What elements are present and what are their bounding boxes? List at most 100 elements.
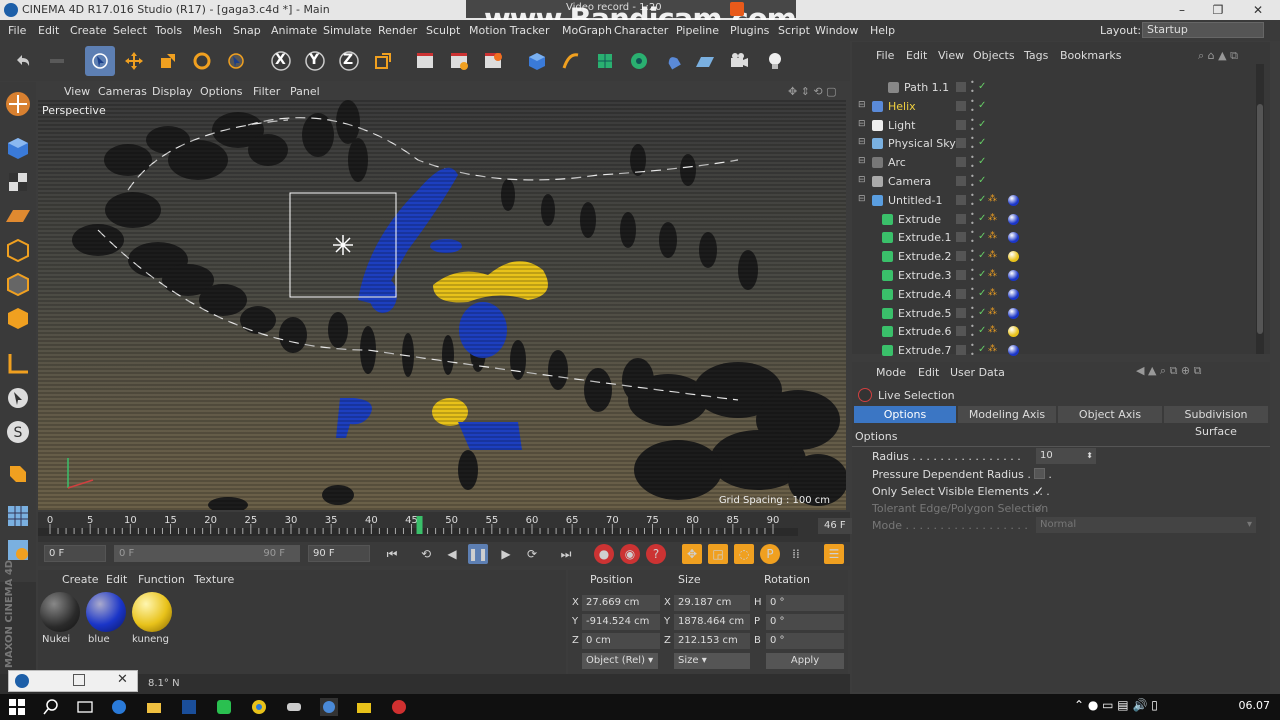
rot-b-field[interactable]: 0 ° — [766, 633, 844, 649]
visibility-dots-icon[interactable]: • • — [970, 191, 975, 209]
perspective-viewport[interactable]: Perspective Grid Spacing : 100 cm — [38, 100, 846, 510]
object-row[interactable]: ⊟ Untitled-1 • • ✓ ⁂ — [852, 191, 1256, 210]
object-row[interactable]: ⊟ Physical Sky • • ✓ — [852, 134, 1256, 153]
polygons-mode-button[interactable] — [4, 304, 32, 332]
attr-menu-edit[interactable]: Edit — [918, 366, 939, 379]
taskbar-clock[interactable]: 06.07 — [1239, 699, 1271, 712]
tolerant-selection-checkbox[interactable]: ✓ — [1034, 501, 1044, 515]
lock-workplane-button[interactable] — [4, 460, 32, 488]
live-selection-button[interactable] — [85, 46, 115, 76]
snap-button[interactable]: S — [4, 418, 32, 446]
timeline[interactable]: 0 5 10 15 20 25 30 35 40 45 50 55 60 65 70 75 80 85 90 46 … — [38, 512, 878, 542]
pen-spline-button[interactable] — [556, 46, 586, 76]
start-frame-field[interactable]: 0 F — [44, 545, 106, 562]
material-kuneng-swatch[interactable] — [132, 592, 172, 632]
cloner-button[interactable] — [624, 46, 654, 76]
expand-icon[interactable]: ⊟ — [858, 100, 866, 110]
object-row[interactable]: Extrude.5 • • ✓ ⁂ — [852, 304, 1256, 323]
size-z-field[interactable]: 212.153 cm — [674, 633, 750, 649]
layer-icon[interactable] — [956, 345, 966, 356]
material-menu-texture[interactable]: Texture — [194, 573, 234, 586]
menu-select[interactable]: Select — [113, 24, 147, 37]
visibility-dots-icon[interactable]: • • — [970, 322, 975, 340]
enabled-check-icon[interactable]: ✓ — [978, 344, 986, 355]
layer-icon[interactable] — [956, 100, 966, 111]
expand-icon[interactable]: ⊟ — [858, 156, 866, 166]
layer-icon[interactable] — [956, 270, 966, 280]
visibility-dots-icon[interactable]: • • — [970, 153, 975, 171]
layer-icon[interactable] — [956, 326, 966, 337]
goto-start-button[interactable]: ⏮ — [382, 544, 402, 564]
make-editable-button[interactable] — [4, 90, 32, 118]
coord-size-select[interactable]: Size ▾ — [674, 653, 750, 669]
close-button[interactable]: ✕ — [1240, 0, 1276, 20]
viewport-menu-cameras[interactable]: Cameras — [98, 85, 147, 98]
menu-simulate[interactable]: Simulate — [323, 24, 372, 37]
next-frame-button[interactable]: ▶ — [496, 544, 516, 564]
menu-script[interactable]: Script — [778, 24, 810, 37]
menu-window[interactable]: Window — [815, 24, 858, 37]
visibility-dots-icon[interactable]: • • — [970, 78, 975, 96]
material-tag-icon[interactable] — [1008, 270, 1019, 281]
material-nukei-swatch[interactable] — [40, 592, 80, 632]
enabled-check-icon[interactable]: ✓ — [978, 194, 986, 205]
object-row[interactable]: Extrude.2 • • ✓ ⁂ — [852, 247, 1256, 266]
edge-browser-icon[interactable] — [110, 698, 128, 716]
layer-icon[interactable] — [956, 307, 966, 318]
apply-button[interactable]: Apply — [766, 653, 844, 669]
windows-start-icon[interactable] — [8, 698, 26, 716]
visibility-dots-icon[interactable]: • • — [970, 247, 975, 265]
undo-button[interactable] — [8, 46, 38, 76]
radius-stepper-icon[interactable]: ⬍ — [1086, 448, 1093, 464]
material-tag-icon[interactable] — [1008, 307, 1019, 319]
keyframe-selection-button[interactable]: ? — [646, 544, 666, 564]
attr-menu-mode[interactable]: Mode — [876, 366, 906, 379]
object-row[interactable]: ⊟ Arc • • ✓ — [852, 153, 1256, 172]
expand-icon[interactable]: ⊟ — [858, 194, 866, 204]
object-row[interactable]: ⊟ Camera • • ✓ — [852, 172, 1256, 191]
pos-z-field[interactable]: 0 cm — [582, 633, 660, 649]
attr-nav-icons[interactable]: ◀ ▲ ⌕ ⧉ ⊕ ⧉ — [1136, 364, 1202, 378]
object-row[interactable]: ⊟ Helix • • ✓ — [852, 97, 1256, 116]
enabled-check-icon[interactable]: ✓ — [978, 307, 986, 318]
taskbar-preview-window[interactable]: ✕ — [8, 670, 138, 692]
object-menu-objects[interactable]: Objects — [973, 49, 1015, 62]
goto-next-key-button[interactable]: ⟳ — [522, 544, 542, 564]
attr-menu-user-data[interactable]: User Data — [950, 366, 1005, 379]
y-axis-button[interactable]: Y — [300, 46, 330, 76]
object-menu-view[interactable]: View — [938, 49, 964, 62]
object-row[interactable]: Extrude.7 • • ✓ ⁂ — [852, 341, 1256, 360]
tab-options[interactable]: Options — [854, 406, 956, 423]
menu-motion-tracker[interactable]: Motion Tracker — [469, 24, 549, 37]
pos-y-field[interactable]: -914.524 cm — [582, 614, 660, 630]
pause-button[interactable]: ❚❚ — [468, 544, 488, 564]
object-row[interactable]: Path 1.1 • • ✓ — [852, 78, 1256, 97]
object-menu-edit[interactable]: Edit — [906, 49, 927, 62]
visibility-dots-icon[interactable]: • • — [970, 285, 975, 303]
timeline-playhead[interactable] — [416, 516, 423, 534]
phong-tag-icon[interactable]: ⁂ — [988, 307, 997, 317]
visibility-dots-icon[interactable]: • • — [970, 116, 975, 134]
preview-maximize-icon[interactable] — [73, 674, 85, 686]
preview-range-slider[interactable]: 0 F 90 F — [114, 545, 300, 562]
object-manager-search-icon[interactable]: ⌕ ⌂ ▲ ⧉ — [1198, 49, 1238, 63]
task-view-icon[interactable] — [76, 698, 94, 716]
visible-elements-checkbox[interactable]: ✓ — [1034, 484, 1044, 498]
minimize-button[interactable]: – — [1164, 0, 1200, 20]
light-button[interactable] — [760, 46, 790, 76]
material-tag-icon[interactable] — [1008, 194, 1019, 206]
expand-icon[interactable]: ⊟ — [858, 119, 866, 129]
visibility-dots-icon[interactable]: • • — [970, 228, 975, 246]
viewport-menu-view[interactable]: View — [64, 85, 90, 98]
enabled-check-icon[interactable]: ✓ — [978, 119, 986, 130]
material-tag-icon[interactable] — [1008, 213, 1019, 225]
object-row[interactable]: Extrude.3 • • ✓ ⁂ — [852, 266, 1256, 285]
enabled-check-icon[interactable]: ✓ — [978, 81, 986, 92]
select-button[interactable] — [221, 46, 251, 76]
layer-icon[interactable] — [956, 194, 966, 205]
rotate-button[interactable] — [187, 46, 217, 76]
tab-subdivision-surface[interactable]: Subdivision Surface — [1164, 406, 1268, 438]
viewport-menu-panel[interactable]: Panel — [290, 85, 320, 98]
layout-select[interactable]: Startup — [1142, 22, 1264, 38]
deformer-button[interactable] — [658, 46, 688, 76]
